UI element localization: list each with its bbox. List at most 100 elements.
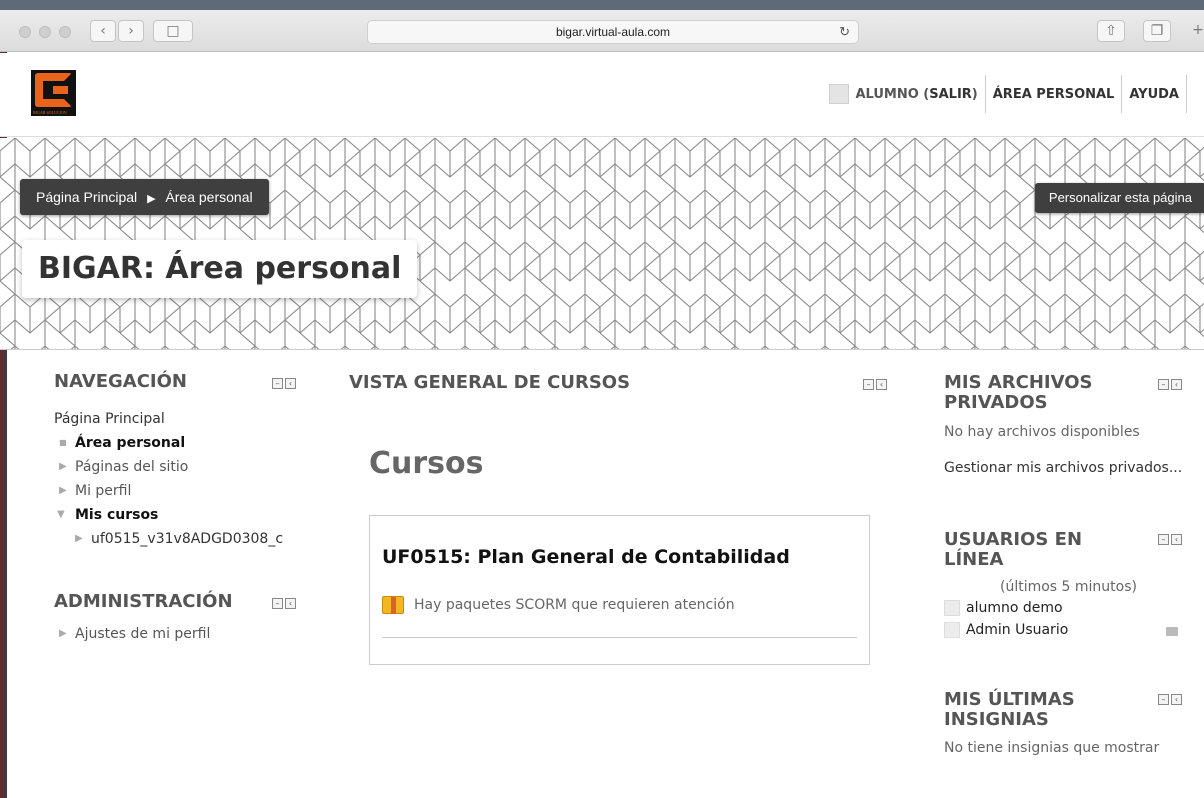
back-icon[interactable]: ‹ xyxy=(90,20,116,42)
admin-item-label: Ajustes de mi perfil xyxy=(75,626,211,642)
scorm-package-icon xyxy=(382,596,404,614)
address-bar[interactable]: bigar.virtual-aula.com ↻ xyxy=(367,20,859,44)
user-avatar xyxy=(944,622,960,638)
menu-divider xyxy=(984,75,986,113)
online-user-name: Admin Usuario xyxy=(966,622,1069,638)
nav-item-label: Mi perfil xyxy=(75,483,132,499)
user-name: ALUMNO xyxy=(855,86,919,102)
logout-paren-open: ( xyxy=(918,86,930,102)
expand-arrow-icon: ▶ xyxy=(75,533,83,544)
zoom-window-button[interactable] xyxy=(59,26,71,38)
nav-item-my-courses[interactable]: ▼ Mis cursos xyxy=(54,503,304,527)
forward-icon[interactable]: › xyxy=(118,20,144,42)
menu-divider xyxy=(1186,75,1187,113)
course-title-link[interactable]: UF0515: Plan General de Contabilidad xyxy=(382,546,790,568)
nav-item-label: Área personal xyxy=(75,435,186,451)
collapse-icon[interactable]: – xyxy=(1158,694,1169,705)
site-header: BIGAR SOLUCION ALUMNO ( SALIR ) ÁREA PER… xyxy=(0,53,1204,137)
desktop-strip xyxy=(0,0,1204,10)
online-users-title: USUARIOS EN LÍNEA xyxy=(944,529,1083,570)
personal-area-link[interactable]: ÁREA PERSONAL xyxy=(993,87,1115,102)
collapse-icon[interactable]: – xyxy=(1158,379,1169,390)
user-avatar xyxy=(944,600,960,616)
dock-icon[interactable]: ‹ xyxy=(1171,694,1182,705)
dock-icon[interactable]: ‹ xyxy=(1171,534,1182,545)
logo-caption: BIGAR SOLUCION xyxy=(33,110,67,115)
private-files-title: MIS ARCHIVOS PRIVADOS xyxy=(944,372,1093,413)
page-title: BIGAR: Área personal xyxy=(22,240,418,298)
nav-item-label: Mis cursos xyxy=(75,507,159,523)
administration-tree: ▶ Ajustes de mi perfil xyxy=(54,622,304,646)
navigation-title: NAVEGACIÓN xyxy=(54,371,187,392)
nav-item-site-pages[interactable]: ▶ Páginas del sitio xyxy=(54,455,304,479)
dock-icon[interactable]: ‹ xyxy=(1171,379,1182,390)
dock-icon[interactable]: ‹ xyxy=(285,378,296,389)
online-user[interactable]: Admin Usuario xyxy=(944,619,1194,641)
course-card: UF0515: Plan General de Contabilidad Hay… xyxy=(369,515,870,665)
expand-arrow-icon: ▶ xyxy=(59,461,67,472)
nav-item-personal-area[interactable]: ■ Área personal xyxy=(54,431,304,455)
divider xyxy=(382,637,857,638)
share-icon[interactable]: ⇧ xyxy=(1097,20,1125,42)
no-files-text: No hay archivos disponibles xyxy=(944,424,1140,440)
expand-arrow-icon: ▶ xyxy=(59,628,67,639)
administration-title: ADMINISTRACIÓN xyxy=(54,591,233,612)
admin-item-profile-settings[interactable]: ▶ Ajustes de mi perfil xyxy=(54,622,304,646)
user-avatar xyxy=(829,84,850,104)
send-message-icon[interactable] xyxy=(1166,627,1178,636)
administration-block: ADMINISTRACIÓN – ‹ ▶ Ajustes de mi perfi… xyxy=(54,592,304,646)
collapse-icon[interactable]: – xyxy=(272,598,283,609)
online-period: (últimos 5 minutos) xyxy=(1000,579,1137,595)
breadcrumb: Página Principal ▶ Área personal xyxy=(20,179,269,215)
sidebar-toggle-icon[interactable]: □ xyxy=(153,20,193,42)
new-tab-icon[interactable]: + xyxy=(1186,20,1204,42)
browser-toolbar: ‹ › □ bigar.virtual-aula.com ↻ ⇧ ❐ + xyxy=(0,10,1204,52)
block-controls: – ‹ xyxy=(863,379,887,390)
tabs-overview-icon[interactable]: ❐ xyxy=(1143,20,1171,42)
nav-item-label: uf0515_v31v8ADGD0308_c xyxy=(91,531,284,547)
logout-paren-close: ) xyxy=(971,86,978,102)
private-files-block: MIS ARCHIVOS PRIVADOS – ‹ No hay archivo… xyxy=(944,373,1194,478)
block-controls: – ‹ xyxy=(272,598,296,609)
dock-icon[interactable]: ‹ xyxy=(876,379,887,390)
manage-files-link[interactable]: Gestionar mis archivos privados... xyxy=(944,458,1194,478)
minimize-window-button[interactable] xyxy=(39,26,51,38)
scorm-notice-text: Hay paquetes SCORM que requieren atenció… xyxy=(414,597,735,613)
breadcrumb-current[interactable]: Área personal xyxy=(165,189,252,205)
nav-home-label: Página Principal xyxy=(54,411,165,427)
block-controls: – ‹ xyxy=(1158,379,1182,390)
online-user[interactable]: alumno demo xyxy=(944,597,1194,619)
menu-divider xyxy=(1121,75,1123,113)
reload-icon[interactable]: ↻ xyxy=(839,21,850,43)
block-controls: – ‹ xyxy=(1158,534,1182,545)
badges-block: MIS ÚLTIMAS INSIGNIAS – ‹ No tiene insig… xyxy=(944,690,1194,758)
breadcrumb-separator-icon: ▶ xyxy=(147,193,156,205)
collapse-icon[interactable]: – xyxy=(272,378,283,389)
block-controls: – ‹ xyxy=(1158,694,1182,705)
nav-item-label: Páginas del sitio xyxy=(75,459,189,475)
collapse-icon[interactable]: – xyxy=(863,379,874,390)
online-users-block: USUARIOS EN LÍNEA – ‹ (últimos 5 minutos… xyxy=(944,530,1194,641)
expand-arrow-icon: ▶ xyxy=(59,485,67,496)
no-badges-text: No tiene insignias que mostrar xyxy=(944,740,1160,756)
customise-page-button[interactable]: Personalizar esta página xyxy=(1034,183,1204,213)
scorm-notice[interactable]: Hay paquetes SCORM que requieren atenció… xyxy=(382,596,735,614)
help-link[interactable]: AYUDA xyxy=(1129,87,1179,102)
collapse-arrow-icon: ▼ xyxy=(57,509,65,520)
url-text: bigar.virtual-aula.com xyxy=(555,25,671,39)
collapse-icon[interactable]: – xyxy=(1158,534,1169,545)
nav-home[interactable]: Página Principal xyxy=(54,407,304,431)
bullet-icon: ■ xyxy=(59,438,67,447)
nav-item-course[interactable]: ▶ uf0515_v31v8ADGD0308_c xyxy=(54,527,304,551)
site-logo[interactable]: BIGAR SOLUCION xyxy=(31,70,76,116)
breadcrumb-home-link[interactable]: Página Principal xyxy=(36,189,137,205)
dock-icon[interactable]: ‹ xyxy=(285,598,296,609)
nav-item-profile[interactable]: ▶ Mi perfil xyxy=(54,479,304,503)
user-menu: ALUMNO ( SALIR ) ÁREA PERSONAL AYUDA xyxy=(829,75,1194,113)
logout-link[interactable]: SALIR xyxy=(929,87,972,102)
block-controls: – ‹ xyxy=(272,378,296,389)
navigation-tree: Página Principal ■ Área personal ▶ Págin… xyxy=(54,407,304,551)
course-overview-block: VISTA GENERAL DE CURSOS – ‹ xyxy=(349,373,889,393)
navigation-block: NAVEGACIÓN – ‹ Página Principal ■ Área p… xyxy=(54,372,304,551)
close-window-button[interactable] xyxy=(19,26,31,38)
